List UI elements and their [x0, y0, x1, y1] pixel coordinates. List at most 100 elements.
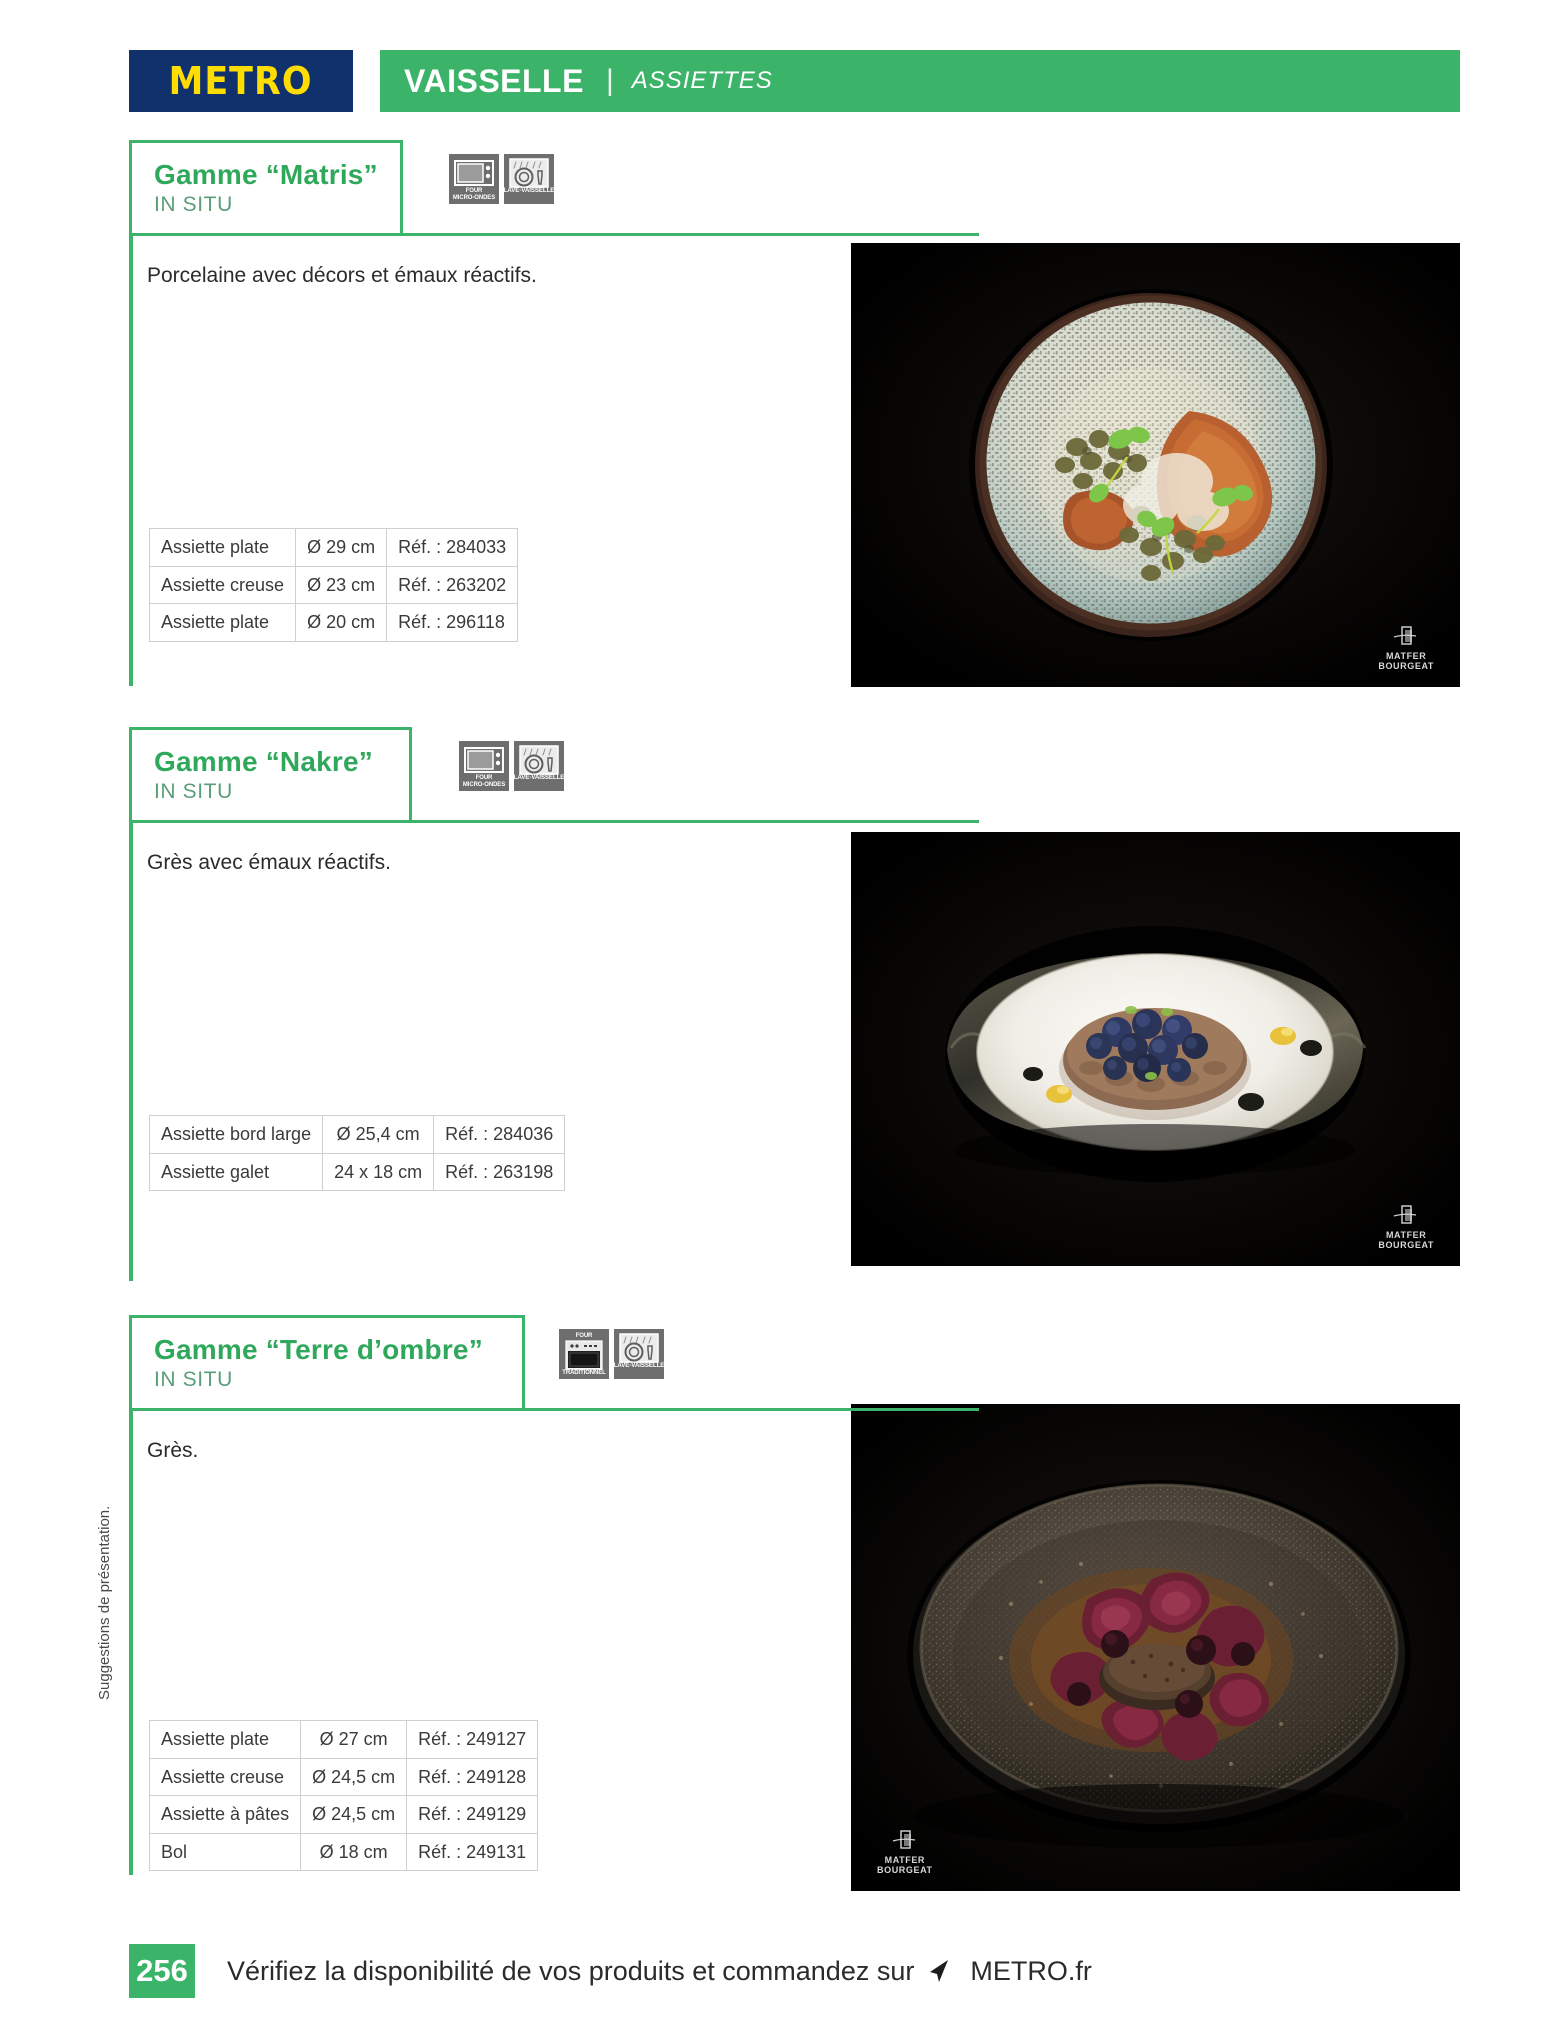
- cell-size: Ø 23 cm: [295, 565, 388, 604]
- header-category: VAISSELLE: [404, 62, 584, 99]
- metro-logo-text: METRO: [169, 59, 313, 103]
- header-subcategory: ASSIETTES: [631, 67, 773, 94]
- spec-table-terre-dombre: Assiette plate Ø 27 cm Réf. : 249127 Ass…: [148, 1720, 539, 1871]
- matfer-glass-icon: [1393, 626, 1417, 645]
- picto-dishwasher: LAVE-VAISSELLE: [614, 1329, 664, 1379]
- table-row: Bol Ø 18 cm Réf. : 249131: [148, 1832, 539, 1871]
- section-subtitle: IN SITU: [154, 1368, 233, 1392]
- cursor-arrow-icon: [926, 1956, 956, 1986]
- picto-label-line2: MICRO-ONDES: [462, 781, 506, 788]
- cell-ref: Réf. : 296118: [386, 603, 519, 642]
- page-footer: 256 Vérifiez la disponibilité de vos pro…: [129, 1944, 1092, 1998]
- product-photo-nakre: MATFER BOURGEAT: [851, 832, 1460, 1266]
- picto-label-line1: LAVE-VAISSELLE: [513, 774, 565, 781]
- catalog-page: METRO VAISSELLE | ASSIETTES Gamme “Matri…: [0, 0, 1548, 2040]
- cell-ref: Réf. : 249128: [406, 1757, 539, 1796]
- cell-name: Assiette plate: [148, 528, 297, 567]
- cell-size: Ø 24,5 cm: [300, 1757, 408, 1796]
- picto-dishwasher: LAVE-VAISSELLE: [504, 154, 554, 204]
- table-row: Assiette creuse Ø 23 cm Réf. : 263202: [148, 565, 519, 604]
- table-row: Assiette creuse Ø 24,5 cm Réf. : 249128: [148, 1757, 539, 1796]
- matfer-line2: BOURGEAT: [1378, 660, 1434, 671]
- table-row: Assiette plate Ø 20 cm Réf. : 296118: [148, 603, 519, 642]
- picto-microwave: FOUR MICRO-ONDES: [459, 741, 509, 791]
- cell-name: Assiette à pâtes: [148, 1795, 302, 1834]
- matfer-glass-icon: [892, 1830, 915, 1849]
- cell-name: Assiette creuse: [148, 1757, 302, 1796]
- product-photo-terre-dombre: MATFER BOURGEAT: [851, 1404, 1460, 1891]
- spec-table-body: Assiette bord large Ø 25,4 cm Réf. : 284…: [148, 1115, 566, 1191]
- microwave-icon: [462, 745, 506, 775]
- cell-name: Assiette creuse: [148, 565, 297, 604]
- section-title: Gamme “Terre d’ombre”: [154, 1334, 483, 1365]
- spec-table-body: Assiette plate Ø 27 cm Réf. : 249127 Ass…: [148, 1720, 539, 1871]
- picto-label-line1: FOUR: [465, 188, 483, 194]
- page-header: METRO VAISSELLE | ASSIETTES: [129, 50, 1460, 112]
- spec-table-nakre: Assiette bord large Ø 25,4 cm Réf. : 284…: [148, 1115, 566, 1191]
- dishwasher-icon: [617, 1333, 661, 1363]
- dishwasher-icon: [517, 745, 561, 775]
- picto-oven: FOUR TRADITIONNEL: [559, 1329, 609, 1379]
- cell-size: Ø 20 cm: [295, 603, 388, 642]
- footer-site: METRO.fr: [970, 1955, 1092, 1986]
- photo-artwork-terre-dombre: [851, 1404, 1460, 1891]
- picto-label-line1: LAVE-VAISSELLE: [613, 1362, 665, 1369]
- matfer-line2: BOURGEAT: [1378, 1239, 1434, 1250]
- matfer-glass-icon: [1393, 1205, 1417, 1224]
- picto-label-line1: FOUR: [575, 1333, 593, 1339]
- cell-size: Ø 29 cm: [295, 528, 388, 567]
- cell-name: Assiette bord large: [148, 1115, 324, 1154]
- footer-text-before: Vérifiez la disponibilité de vos produit…: [227, 1955, 915, 1986]
- spec-table-body: Assiette plate Ø 29 cm Réf. : 284033 Ass…: [148, 528, 519, 642]
- table-row: Assiette plate Ø 29 cm Réf. : 284033: [148, 528, 519, 567]
- matfer-bourgeat-watermark: MATFER BOURGEAT: [877, 1827, 933, 1875]
- section-title: Gamme “Nakre”: [154, 746, 373, 777]
- cell-size: 24 x 18 cm: [322, 1152, 435, 1191]
- cell-ref: Réf. : 284036: [433, 1115, 566, 1154]
- microwave-icon: [452, 158, 496, 188]
- section-title-box: Gamme “Nakre” IN SITU: [129, 727, 412, 823]
- section-description: Grès.: [147, 1439, 199, 1462]
- picto-dishwasher: LAVE-VAISSELLE: [514, 741, 564, 791]
- cell-ref: Réf. : 263198: [433, 1152, 566, 1191]
- photo-artwork-nakre: [851, 832, 1460, 1266]
- table-row: Assiette bord large Ø 25,4 cm Réf. : 284…: [148, 1115, 566, 1154]
- picto-label-line1: FOUR: [475, 775, 493, 781]
- cell-ref: Réf. : 263202: [386, 565, 519, 604]
- section-rule: [409, 820, 979, 823]
- cell-ref: Réf. : 249131: [406, 1832, 539, 1871]
- section-subtitle: IN SITU: [154, 193, 233, 217]
- side-note: Suggestions de présentation.: [96, 1505, 113, 1700]
- section-rule: [522, 1408, 979, 1411]
- product-photo-matris: MATFER BOURGEAT: [851, 243, 1460, 687]
- photo-artwork-matris: [851, 243, 1460, 687]
- section-description: Porcelaine avec décors et émaux réactifs…: [147, 264, 537, 287]
- cell-size: Ø 25,4 cm: [322, 1115, 435, 1154]
- oven-icon: [562, 1340, 606, 1370]
- section-rule: [400, 233, 979, 236]
- section-title-box: Gamme “Terre d’ombre” IN SITU: [129, 1315, 525, 1411]
- cell-size: Ø 27 cm: [300, 1720, 408, 1759]
- cell-size: Ø 24,5 cm: [300, 1795, 408, 1834]
- section-subtitle: IN SITU: [154, 780, 233, 804]
- footer-message: Vérifiez la disponibilité de vos produit…: [227, 1956, 1092, 1987]
- section-description: Grès avec émaux réactifs.: [147, 851, 391, 874]
- cell-name: Assiette plate: [148, 603, 297, 642]
- cell-name: Assiette plate: [148, 1720, 302, 1759]
- matfer-bourgeat-watermark: MATFER BOURGEAT: [1378, 623, 1434, 671]
- cell-name: Bol: [148, 1832, 302, 1871]
- header-category-bar: VAISSELLE | ASSIETTES: [380, 50, 1460, 112]
- section-pictos: FOUR MICRO-ONDES LAVE-VAISSELLE: [459, 741, 564, 791]
- picto-microwave: FOUR MICRO-ONDES: [449, 154, 499, 204]
- picto-label-line1: LAVE-VAISSELLE: [503, 187, 555, 194]
- section-title-box: Gamme “Matris” IN SITU: [129, 140, 403, 236]
- page-number: 256: [129, 1944, 195, 1998]
- cell-ref: Réf. : 249127: [406, 1720, 539, 1759]
- spec-table-matris: Assiette plate Ø 29 cm Réf. : 284033 Ass…: [148, 528, 519, 642]
- table-row: Assiette galet 24 x 18 cm Réf. : 263198: [148, 1152, 566, 1191]
- matfer-bourgeat-watermark: MATFER BOURGEAT: [1378, 1202, 1434, 1250]
- header-separator: |: [605, 64, 614, 97]
- section-pictos: FOUR TRADITIONNEL LAVE-VAISSELLE: [559, 1329, 664, 1379]
- picto-label-line2: MICRO-ONDES: [452, 194, 496, 201]
- cell-name: Assiette galet: [148, 1152, 324, 1191]
